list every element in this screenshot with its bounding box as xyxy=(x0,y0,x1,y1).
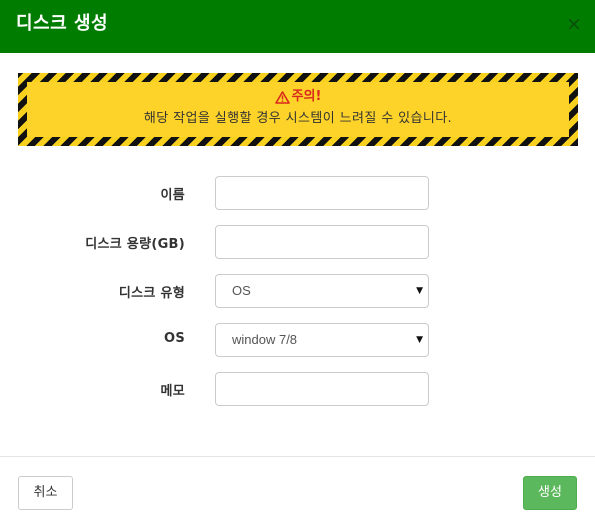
os-select[interactable]: window 7/8 ▼ xyxy=(215,323,429,357)
disk-type-row: 디스크 유형 OS ▼ xyxy=(0,274,595,308)
os-label: OS xyxy=(163,331,185,346)
cancel-button[interactable]: 취소 xyxy=(18,476,73,510)
memo-input[interactable] xyxy=(215,372,429,406)
warning-message: 해당 작업을 실행할 경우 시스템이 느려질 수 있습니다. xyxy=(143,111,453,126)
disk-type-select[interactable]: OS ▼ xyxy=(215,274,429,308)
close-icon[interactable]: × xyxy=(566,14,582,34)
os-value: window 7/8 xyxy=(232,332,298,347)
capacity-input[interactable] xyxy=(215,225,429,259)
name-label: 이름 xyxy=(160,188,185,203)
chevron-down-icon: ▼ xyxy=(416,335,423,345)
os-row: OS window 7/8 ▼ xyxy=(0,323,595,357)
dialog-header: 디스크 생성 × xyxy=(0,0,595,53)
memo-label: 메모 xyxy=(160,384,185,399)
name-input[interactable] xyxy=(215,176,429,210)
footer-divider xyxy=(0,456,595,457)
disk-type-label: 디스크 유형 xyxy=(118,286,185,301)
disk-type-value: OS xyxy=(232,283,251,298)
warning-banner: 주의! 해당 작업을 실행할 경우 시스템이 느려질 수 있습니다. xyxy=(18,73,578,146)
dialog-title: 디스크 생성 xyxy=(16,13,109,34)
capacity-row: 디스크 용량(GB) xyxy=(0,225,595,259)
name-row: 이름 xyxy=(0,176,595,210)
warning-triangle-icon xyxy=(274,90,290,104)
create-button[interactable]: 생성 xyxy=(523,476,577,510)
warning-banner-content: 주의! 해당 작업을 실행할 경우 시스템이 느려질 수 있습니다. xyxy=(27,82,569,137)
capacity-label: 디스크 용량(GB) xyxy=(85,237,185,252)
warning-heading: 주의! xyxy=(27,88,569,106)
chevron-down-icon: ▼ xyxy=(416,286,423,296)
warning-title: 주의! xyxy=(291,89,322,104)
memo-row: 메모 xyxy=(0,372,595,406)
